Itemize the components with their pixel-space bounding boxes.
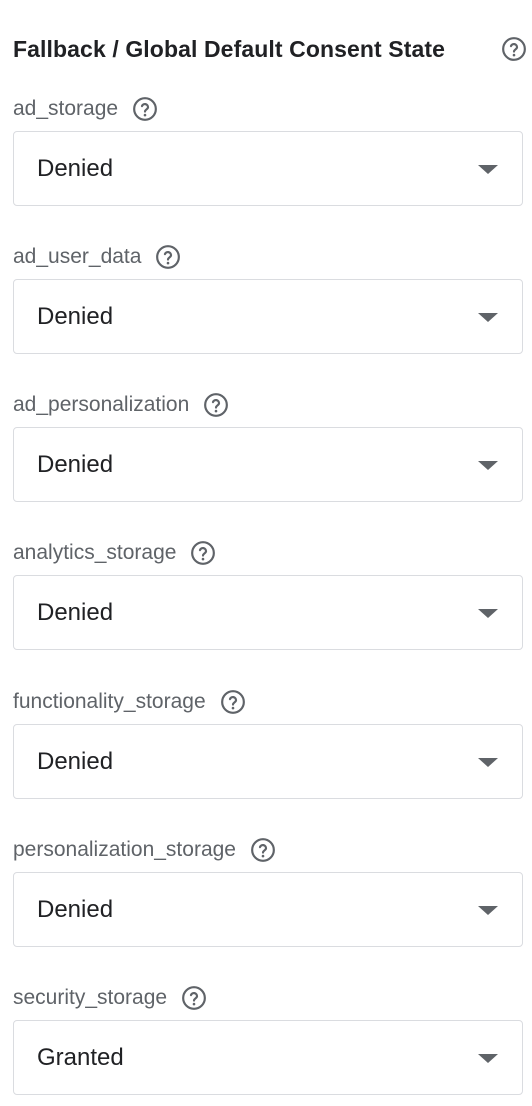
help-icon[interactable] [203, 392, 229, 418]
section-title: Fallback / Global Default Consent State [13, 35, 446, 62]
field-ad-storage: ad_storage Denied [13, 95, 523, 206]
help-icon[interactable] [501, 36, 527, 62]
personalization-storage-select[interactable]: Denied [13, 872, 523, 947]
select-value: Denied [37, 154, 114, 182]
dropdown-arrow-icon [478, 905, 498, 915]
select-value: Granted [37, 1043, 124, 1071]
dropdown-arrow-icon [478, 608, 498, 618]
ad-user-data-select[interactable]: Denied [13, 279, 523, 354]
ad-storage-select[interactable]: Denied [13, 131, 523, 206]
field-functionality-storage: functionality_storage Denied [13, 688, 523, 799]
ad-personalization-select[interactable]: Denied [13, 427, 523, 502]
select-value: Denied [37, 450, 114, 478]
field-analytics-storage: analytics_storage Denied [13, 539, 523, 650]
select-value: Denied [37, 302, 114, 330]
help-icon[interactable] [155, 244, 181, 270]
select-value: Denied [37, 895, 114, 923]
dropdown-arrow-icon [478, 757, 498, 767]
functionality-storage-select[interactable]: Denied [13, 724, 523, 799]
help-icon[interactable] [250, 837, 276, 863]
help-icon[interactable] [181, 985, 207, 1011]
select-value: Denied [37, 747, 114, 775]
security-storage-select[interactable]: Granted [13, 1020, 523, 1095]
help-icon[interactable] [190, 540, 216, 566]
field-label: security_storage [13, 986, 168, 1009]
select-value: Denied [37, 598, 114, 626]
help-icon[interactable] [220, 689, 246, 715]
analytics-storage-select[interactable]: Denied [13, 575, 523, 650]
dropdown-arrow-icon [478, 164, 498, 174]
field-label: ad_personalization [13, 393, 190, 416]
field-security-storage: security_storage Granted [13, 984, 523, 1095]
dropdown-arrow-icon [478, 460, 498, 470]
field-label: personalization_storage [13, 838, 236, 861]
field-label: ad_storage [13, 97, 119, 120]
field-ad-user-data: ad_user_data Denied [13, 243, 523, 354]
dropdown-arrow-icon [478, 1053, 498, 1063]
field-ad-personalization: ad_personalization Denied [13, 391, 523, 502]
consent-state-header: Fallback / Global Default Consent State [13, 32, 529, 66]
dropdown-arrow-icon [478, 312, 498, 322]
field-label: functionality_storage [13, 690, 206, 713]
field-label: ad_user_data [13, 245, 142, 268]
field-label: analytics_storage [13, 541, 177, 564]
help-icon[interactable] [132, 96, 158, 122]
field-personalization-storage: personalization_storage Denied [13, 836, 523, 947]
